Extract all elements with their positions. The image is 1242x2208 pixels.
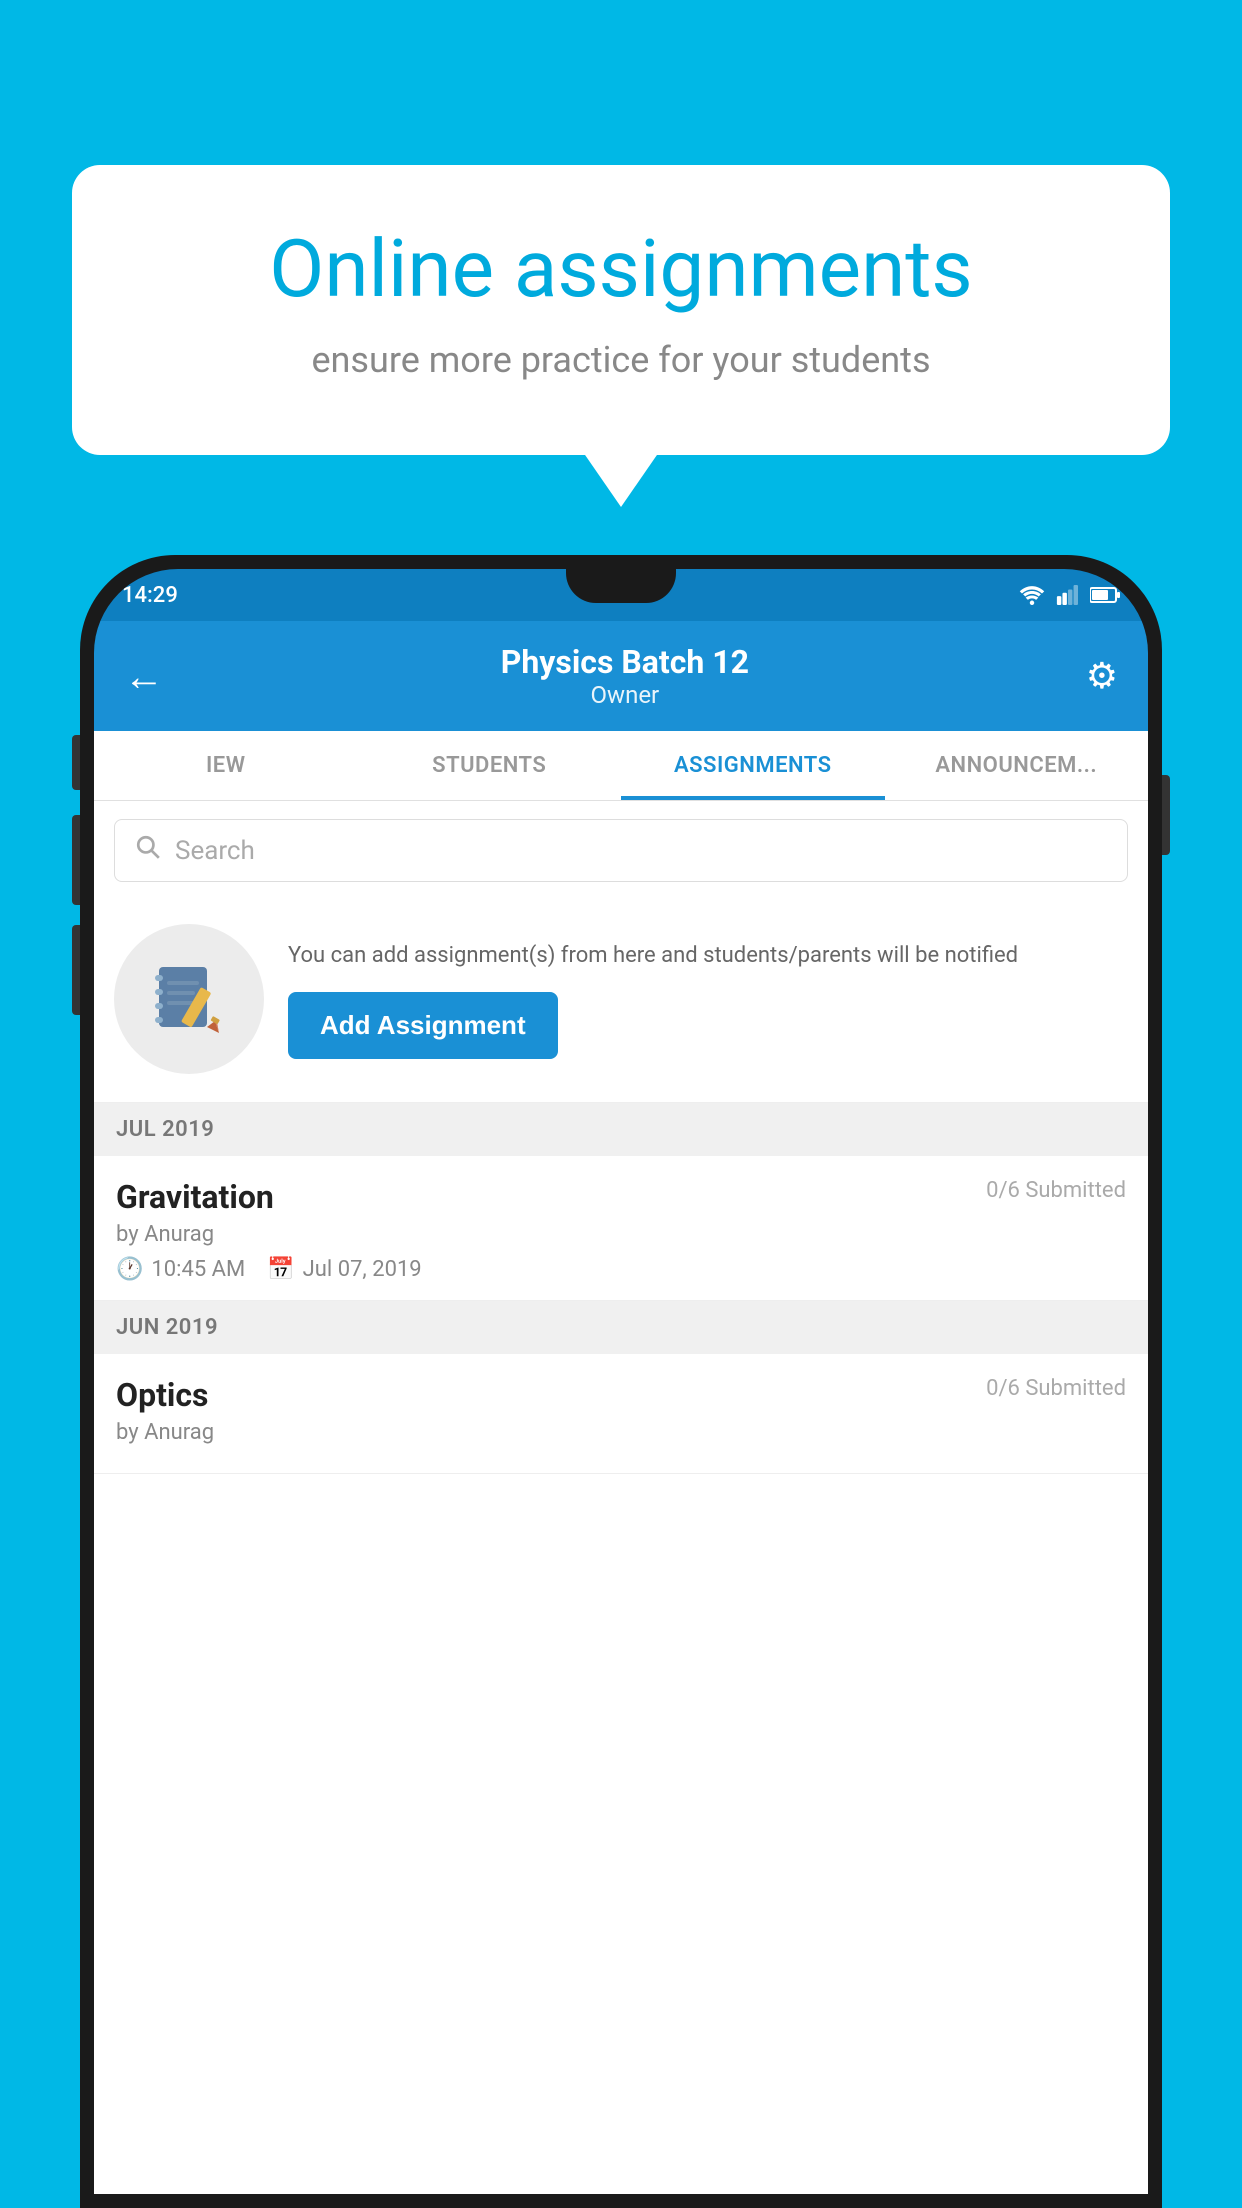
assignment-icon bbox=[149, 959, 229, 1039]
tab-announcements[interactable]: ANNOUNCEM... bbox=[885, 731, 1149, 800]
promo-description: You can add assignment(s) from here and … bbox=[288, 939, 1128, 972]
speech-bubble: Online assignments ensure more practice … bbox=[72, 165, 1170, 455]
status-bar-icons bbox=[1018, 585, 1120, 605]
tab-assignments[interactable]: ASSIGNMENTS bbox=[621, 731, 885, 800]
promo-block: You can add assignment(s) from here and … bbox=[94, 900, 1148, 1103]
speech-bubble-title: Online assignments bbox=[142, 225, 1100, 313]
phone-screen: 14:29 bbox=[94, 569, 1148, 2194]
phone-frame: 14:29 bbox=[80, 555, 1162, 2208]
assignment-by: by Anurag bbox=[116, 1222, 1126, 1247]
add-assignment-button[interactable]: Add Assignment bbox=[288, 992, 558, 1059]
phone-silent-button bbox=[72, 925, 80, 1015]
wifi-icon bbox=[1018, 585, 1046, 605]
meta-time: 🕐 10:45 AM bbox=[116, 1257, 245, 1282]
assignment-title: Gravitation bbox=[116, 1178, 274, 1216]
app-bar-title: Physics Batch 12 bbox=[501, 643, 749, 681]
signal-icon bbox=[1056, 585, 1080, 605]
battery-icon bbox=[1090, 586, 1120, 604]
app-bar: ← Physics Batch 12 Owner ⚙ bbox=[94, 621, 1148, 731]
status-bar: 14:29 bbox=[94, 569, 1148, 621]
assignment-item-gravitation[interactable]: Gravitation 0/6 Submitted by Anurag 🕐 10… bbox=[94, 1156, 1148, 1301]
assignment-submitted-optics: 0/6 Submitted bbox=[986, 1376, 1126, 1401]
clock-icon: 🕐 bbox=[116, 1257, 143, 1282]
assignment-item-header-optics: Optics 0/6 Submitted bbox=[116, 1376, 1126, 1414]
speech-bubble-subtitle: ensure more practice for your students bbox=[142, 335, 1100, 385]
app-bar-title-block: Physics Batch 12 Owner bbox=[501, 643, 749, 709]
app-bar-subtitle: Owner bbox=[501, 681, 749, 709]
tab-iew[interactable]: IEW bbox=[94, 731, 358, 800]
assignment-date: Jul 07, 2019 bbox=[303, 1257, 422, 1282]
status-bar-time: 14:29 bbox=[122, 583, 178, 608]
assignment-by-optics: by Anurag bbox=[116, 1420, 1126, 1445]
assignment-meta: 🕐 10:45 AM 📅 Jul 07, 2019 bbox=[116, 1257, 1126, 1282]
search-bar[interactable]: Search bbox=[114, 819, 1128, 882]
assignment-item-optics[interactable]: Optics 0/6 Submitted by Anurag bbox=[94, 1354, 1148, 1474]
search-placeholder: Search bbox=[175, 836, 255, 866]
section-header-jul: JUL 2019 bbox=[94, 1103, 1148, 1156]
speech-bubble-container: Online assignments ensure more practice … bbox=[72, 165, 1170, 455]
phone-volume-down-button bbox=[72, 815, 80, 905]
phone-volume-up-button bbox=[72, 735, 80, 790]
assignment-title-optics: Optics bbox=[116, 1376, 208, 1414]
tabs-bar: IEW STUDENTS ASSIGNMENTS ANNOUNCEM... bbox=[94, 731, 1148, 801]
assignment-time: 10:45 AM bbox=[151, 1257, 245, 1282]
promo-icon-circle bbox=[114, 924, 264, 1074]
calendar-icon: 📅 bbox=[267, 1257, 294, 1282]
phone-power-button bbox=[1162, 775, 1170, 855]
section-header-jun: JUN 2019 bbox=[94, 1301, 1148, 1354]
screen-content: Search bbox=[94, 801, 1148, 2194]
assignment-item-header: Gravitation 0/6 Submitted bbox=[116, 1178, 1126, 1216]
phone-notch bbox=[566, 569, 676, 603]
back-button[interactable]: ← bbox=[124, 653, 164, 700]
tab-students[interactable]: STUDENTS bbox=[358, 731, 622, 800]
search-bar-container: Search bbox=[94, 801, 1148, 900]
meta-date: 📅 Jul 07, 2019 bbox=[267, 1257, 421, 1282]
assignment-submitted: 0/6 Submitted bbox=[986, 1178, 1126, 1203]
search-icon bbox=[135, 834, 161, 867]
settings-icon[interactable]: ⚙ bbox=[1086, 655, 1118, 697]
promo-text-block: You can add assignment(s) from here and … bbox=[288, 939, 1128, 1059]
